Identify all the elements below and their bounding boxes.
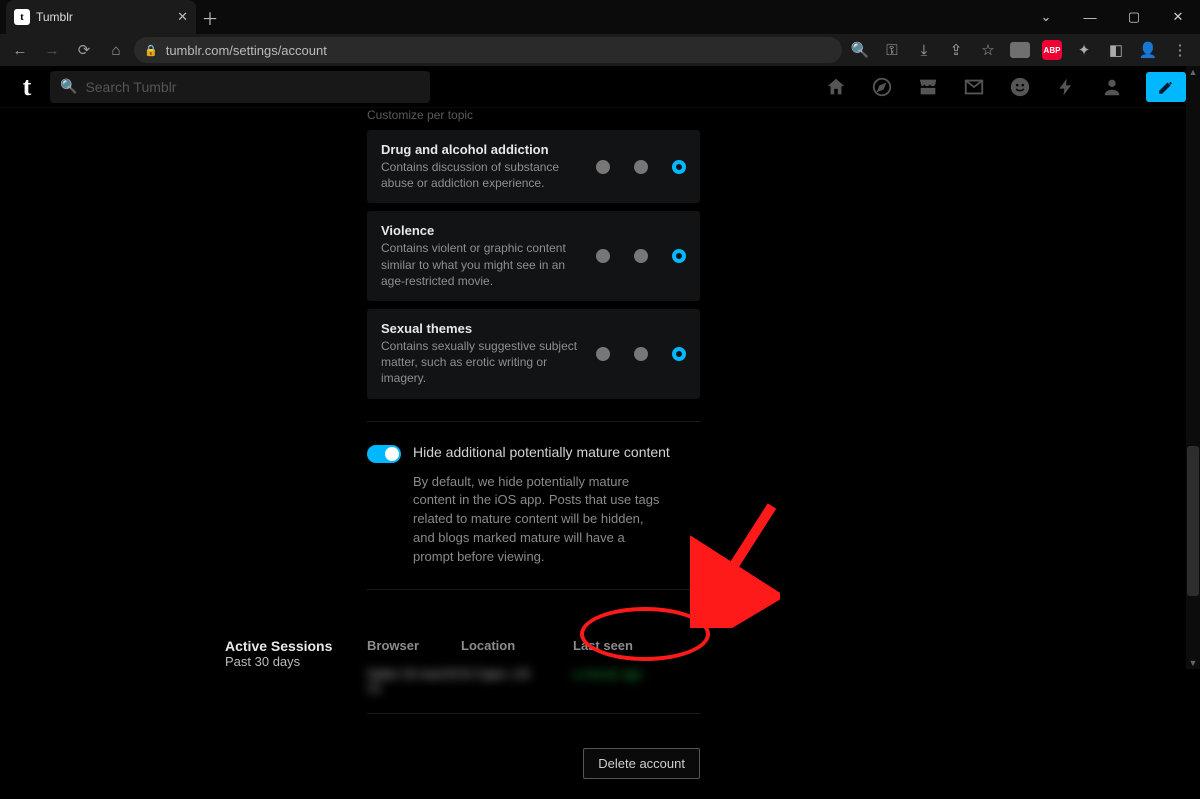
home-icon[interactable] <box>824 75 848 99</box>
extension-rk-icon[interactable] <box>1006 36 1034 64</box>
forward-button[interactable]: → <box>38 42 66 59</box>
scrollbar-thumb[interactable] <box>1187 446 1199 596</box>
inbox-envelope-icon[interactable] <box>962 75 986 99</box>
star-icon[interactable]: ☆ <box>974 36 1002 64</box>
activity-bolt-icon[interactable] <box>1054 75 1078 99</box>
maximize-icon[interactable]: ▢ <box>1112 0 1156 34</box>
hide-mature-label: Hide additional potentially mature conte… <box>413 444 670 460</box>
divider <box>367 421 700 422</box>
new-tab-button[interactable]: ＋ <box>196 3 224 31</box>
radio-option-1[interactable] <box>596 347 610 361</box>
tumblr-logo[interactable]: t <box>14 74 40 100</box>
close-tab-icon[interactable]: ✕ <box>177 9 188 25</box>
topic-description: Contains violent or graphic content simi… <box>381 240 584 289</box>
topic-drugs: Drug and alcohol addiction Contains disc… <box>367 130 700 203</box>
topic-description: Contains discussion of substance abuse o… <box>381 159 584 191</box>
radio-option-1[interactable] <box>596 249 610 263</box>
extension-adblock-icon[interactable]: ABP <box>1038 36 1066 64</box>
topic-radio-group <box>596 347 686 361</box>
hide-mature-toggle[interactable] <box>367 445 401 463</box>
window-controls: ⌄ ― ▢ ✕ <box>1024 0 1200 34</box>
tumblr-favicon: t <box>14 9 30 25</box>
search-icon[interactable]: 🔍 <box>846 36 874 64</box>
topic-description: Contains sexually suggestive subject mat… <box>381 338 584 387</box>
topic-heading-cutoff: Customize per topic <box>367 108 700 122</box>
topic-violence: Violence Contains violent or graphic con… <box>367 211 700 301</box>
radio-option-3-selected[interactable] <box>672 249 686 263</box>
browser-toolbar: ← → ⟳ ⌂ 🔒 tumblr.com/settings/account 🔍 … <box>0 34 1200 66</box>
key-icon[interactable]: ⚿ <box>878 36 906 64</box>
caret-down-icon[interactable]: ⌄ <box>1024 0 1068 34</box>
col-browser: Browser <box>367 638 461 653</box>
search-icon: 🔍 <box>60 78 77 95</box>
reload-button[interactable]: ⟳ <box>70 41 98 59</box>
divider <box>367 713 700 714</box>
col-location: Location <box>461 638 573 653</box>
sessions-heading: Active Sessions <box>225 638 367 654</box>
minimize-icon[interactable]: ― <box>1068 0 1112 34</box>
col-lastseen: Last seen <box>573 638 700 653</box>
topic-title: Drug and alcohol addiction <box>381 142 584 157</box>
radio-option-1[interactable] <box>596 160 610 174</box>
radio-option-3-selected[interactable] <box>672 160 686 174</box>
tumblr-topnav: t 🔍 Search Tumblr <box>0 66 1200 108</box>
hide-mature-description: By default, we hide potentially mature c… <box>367 473 667 567</box>
install-icon[interactable]: ⤓ <box>910 36 938 64</box>
topic-radio-group <box>596 249 686 263</box>
store-icon[interactable] <box>916 75 940 99</box>
delete-account-button[interactable]: Delete account <box>583 748 700 779</box>
address-bar[interactable]: 🔒 tumblr.com/settings/account <box>134 37 842 63</box>
home-button[interactable]: ⌂ <box>102 42 130 59</box>
scroll-up-icon[interactable]: ▲ <box>1188 67 1198 77</box>
topic-sexual-themes: Sexual themes Contains sexually suggesti… <box>367 309 700 399</box>
topic-title: Sexual themes <box>381 321 584 336</box>
compose-post-button[interactable] <box>1146 72 1186 102</box>
scrollbar[interactable]: ▲ ▼ <box>1186 66 1200 669</box>
extensions-puzzle-icon[interactable]: ✦ <box>1070 36 1098 64</box>
sessions-header-row: Browser Location Last seen <box>367 638 700 653</box>
active-sessions-section: Active Sessions Past 30 days Browser Loc… <box>225 638 700 779</box>
search-placeholder: Search Tumblr <box>85 79 176 95</box>
scroll-down-icon[interactable]: ▼ <box>1188 658 1198 668</box>
back-button[interactable]: ← <box>6 42 34 59</box>
tab-title: Tumblr <box>36 10 171 24</box>
topic-radio-group <box>596 160 686 174</box>
kebab-menu-icon[interactable]: ⋮ <box>1166 36 1194 64</box>
share-icon[interactable]: ⇪ <box>942 36 970 64</box>
toolbar-actions: 🔍 ⚿ ⤓ ⇪ ☆ ABP ✦ ◧ 👤 ⋮ <box>846 36 1194 64</box>
browser-tab[interactable]: t Tumblr ✕ <box>6 0 196 34</box>
close-window-icon[interactable]: ✕ <box>1156 0 1200 34</box>
radio-option-2[interactable] <box>634 347 648 361</box>
url-text: tumblr.com/settings/account <box>166 43 327 58</box>
radio-option-3-selected[interactable] <box>672 347 686 361</box>
topic-title: Violence <box>381 223 584 238</box>
search-input[interactable]: 🔍 Search Tumblr <box>50 71 430 103</box>
lock-icon: 🔒 <box>144 44 158 57</box>
settings-content: Customize per topic Drug and alcohol add… <box>0 108 1200 671</box>
messaging-smile-icon[interactable] <box>1008 75 1032 99</box>
explore-compass-icon[interactable] <box>870 75 894 99</box>
divider <box>367 589 700 590</box>
profile-avatar-icon[interactable]: 👤 <box>1134 36 1162 64</box>
radio-option-2[interactable] <box>634 160 648 174</box>
sessions-subheading: Past 30 days <box>225 654 367 669</box>
account-person-icon[interactable] <box>1100 75 1124 99</box>
radio-option-2[interactable] <box>634 249 648 263</box>
window-titlebar: t Tumblr ✕ ＋ ⌄ ― ▢ ✕ <box>0 0 1200 34</box>
side-panel-icon[interactable]: ◧ <box>1102 36 1130 64</box>
